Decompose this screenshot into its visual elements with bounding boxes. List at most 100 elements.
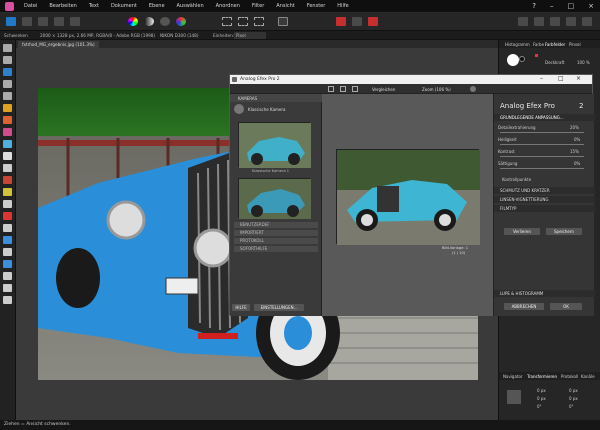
- move-tool-icon[interactable]: [3, 44, 12, 52]
- persona-liquify-icon[interactable]: [22, 17, 32, 26]
- plugin-close-icon[interactable]: ×: [576, 75, 581, 82]
- view-icon[interactable]: [550, 17, 560, 26]
- transform-h[interactable]: 0 px: [569, 396, 578, 401]
- section-filmtype-header[interactable]: FILMTYP: [494, 205, 595, 212]
- background-toggle-icon[interactable]: [470, 86, 476, 92]
- text-tool-icon[interactable]: [3, 272, 12, 280]
- menu-item-filter[interactable]: Filter: [252, 3, 264, 9]
- tab-brushes[interactable]: Pinsel: [569, 42, 581, 47]
- transform-shear[interactable]: 0°: [569, 404, 574, 409]
- snapping-icon[interactable]: [518, 17, 528, 26]
- levels-icon[interactable]: [144, 17, 154, 26]
- section-loupe-header[interactable]: LUPE & HISTOGRAMM: [494, 290, 595, 297]
- persona-tonemap-icon[interactable]: [54, 17, 64, 26]
- transform-y[interactable]: 0 px: [569, 388, 578, 393]
- tab-histogram[interactable]: Histogramm: [505, 42, 530, 47]
- section-basic-header[interactable]: GRUNDLEGENDE ANPASSUNG...: [494, 114, 595, 121]
- single-view-icon[interactable]: [328, 86, 334, 92]
- param-saturation-slider[interactable]: [500, 168, 584, 169]
- units-select[interactable]: Pixel: [234, 32, 266, 39]
- menu-item-hilfe[interactable]: Hilfe: [337, 3, 348, 9]
- param-brightness-slider[interactable]: [500, 144, 584, 145]
- contrast-icon[interactable]: [160, 17, 170, 26]
- control-points-label[interactable]: Kontrollpunkte: [502, 177, 595, 182]
- save-preset-button[interactable]: Speichern: [546, 228, 582, 235]
- align-left-icon[interactable]: [336, 17, 346, 26]
- plugin-minimize-icon[interactable]: –: [540, 75, 543, 82]
- plugin-preview-area[interactable]: Bild-Vorlage: 1 (1 / 10): [322, 94, 493, 316]
- plugin-maximize-icon[interactable]: □: [558, 75, 564, 82]
- tab-swatches[interactable]: Farbfelder: [545, 42, 565, 47]
- help-button[interactable]: HILFE: [232, 304, 250, 311]
- menu-item-ansicht[interactable]: Ansicht: [276, 3, 294, 9]
- menu-item-anordnen[interactable]: Anordnen: [216, 3, 240, 9]
- erase-brush-icon[interactable]: [3, 128, 12, 136]
- quickmask-icon[interactable]: [278, 17, 288, 26]
- document-tab[interactable]: fxtrhod_MG_ergebnis.jpg (101.3%): [18, 41, 99, 48]
- help-icon[interactable]: ?: [532, 2, 536, 10]
- view-tool-icon[interactable]: [3, 284, 12, 292]
- zoom-select[interactable]: Zoom (106 %): [422, 87, 451, 92]
- tab-transform[interactable]: Transformieren: [527, 374, 557, 379]
- color-wheel-icon[interactable]: [128, 17, 138, 26]
- close-icon[interactable]: ×: [588, 2, 594, 10]
- clone-tool-icon[interactable]: [3, 176, 12, 184]
- inpaint-tool-icon[interactable]: [3, 200, 12, 208]
- color-replace-icon[interactable]: [3, 116, 12, 124]
- share-icon[interactable]: [582, 17, 592, 26]
- section-history[interactable]: PROTOKOLL: [234, 238, 318, 244]
- compare-button[interactable]: Vergleichen: [372, 87, 395, 92]
- persona-export-icon[interactable]: [70, 17, 80, 26]
- preset-thumbnail-1[interactable]: [238, 122, 311, 168]
- section-imported[interactable]: IMPORTIERT: [234, 230, 318, 236]
- gradient-tool-icon[interactable]: [3, 152, 12, 160]
- menu-item-text[interactable]: Text: [89, 3, 99, 9]
- tab-color[interactable]: Farbe: [533, 42, 544, 47]
- menu-item-datei[interactable]: Datei: [24, 3, 37, 9]
- align-center-icon[interactable]: [352, 17, 362, 26]
- dodge-tool-icon[interactable]: [3, 164, 12, 172]
- section-quickhelp[interactable]: SOFORTHILFE: [234, 246, 318, 252]
- assistant-icon[interactable]: [534, 17, 544, 26]
- menu-item-fenster[interactable]: Fenster: [307, 3, 326, 9]
- blur-tool-icon[interactable]: [3, 236, 12, 244]
- param-detail-slider[interactable]: [500, 132, 584, 133]
- zoom-tool-icon[interactable]: [3, 296, 12, 304]
- param-contrast-slider[interactable]: [500, 156, 584, 157]
- tab-navigator[interactable]: Navigator: [503, 374, 523, 379]
- crop-tool-icon[interactable]: [3, 56, 12, 64]
- ok-button[interactable]: OK: [550, 303, 582, 310]
- opacity-value[interactable]: 100 %: [577, 60, 590, 65]
- redeye-tool-icon[interactable]: [3, 212, 12, 220]
- section-dirt-header[interactable]: SCHMUTZ UND KRATZER: [494, 187, 595, 194]
- tab-history[interactable]: Protokoll: [561, 374, 578, 379]
- lasso-select-icon[interactable]: [238, 17, 248, 26]
- menu-item-auswaehlen[interactable]: Auswählen: [177, 3, 204, 9]
- persona-develop-icon[interactable]: [38, 17, 48, 26]
- smudge-tool-icon[interactable]: [3, 224, 12, 232]
- reset-color-icon[interactable]: [535, 54, 538, 57]
- split-view-icon[interactable]: [340, 86, 346, 92]
- stroke-color-swatch[interactable]: [519, 56, 525, 62]
- settings-button[interactable]: EINSTELLUNGEN...: [254, 304, 304, 311]
- transform-w[interactable]: 0 px: [537, 396, 546, 401]
- persona-photo-icon[interactable]: [6, 17, 16, 26]
- fill-tool-icon[interactable]: [3, 140, 12, 148]
- paint-brush-icon[interactable]: [3, 104, 12, 112]
- brush-select-icon[interactable]: [254, 17, 264, 26]
- marquee-tool-icon[interactable]: [3, 92, 12, 100]
- menu-item-bearbeiten[interactable]: Bearbeiten: [49, 3, 76, 9]
- transform-rotation[interactable]: 0°: [537, 404, 542, 409]
- anchor-selector-icon[interactable]: [507, 390, 521, 404]
- maximize-icon[interactable]: □: [568, 2, 575, 10]
- side-by-side-icon[interactable]: [352, 86, 358, 92]
- discard-button[interactable]: Verlieren: [504, 228, 540, 235]
- settings-icon[interactable]: [566, 17, 576, 26]
- transform-x[interactable]: 0 px: [537, 388, 546, 393]
- shape-tool-icon[interactable]: [3, 260, 12, 268]
- flood-select-icon[interactable]: [3, 80, 12, 88]
- marquee-select-icon[interactable]: [222, 17, 232, 26]
- align-right-icon[interactable]: [368, 17, 378, 26]
- menu-item-dokument[interactable]: Dokument: [111, 3, 137, 9]
- blemish-tool-icon[interactable]: [3, 188, 12, 196]
